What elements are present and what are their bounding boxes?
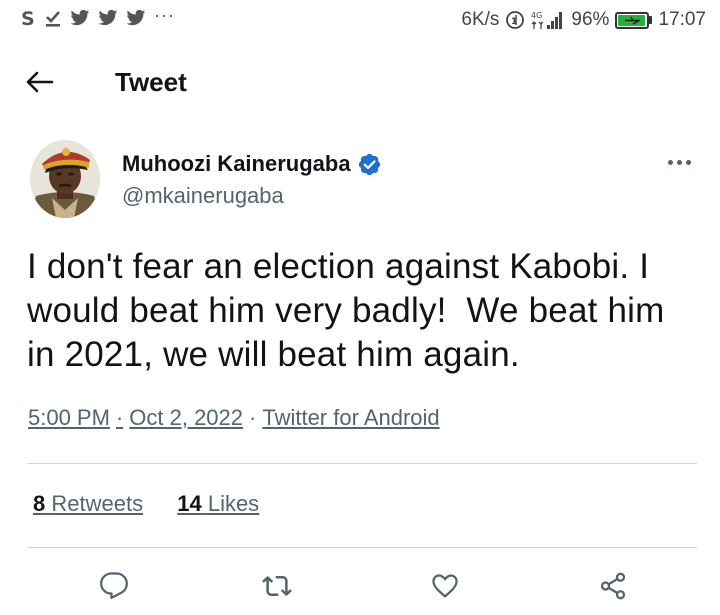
signal-icon: 4G <box>531 10 565 30</box>
tweet-meta: 5:00 PM · Oct 2, 2022 · Twitter for Android <box>28 405 440 431</box>
network-type: 4G <box>531 11 542 20</box>
profile-photo <box>30 140 100 218</box>
network-speed: 6K/s <box>461 9 500 30</box>
reply-icon <box>100 572 128 599</box>
twitter-icon <box>98 9 118 27</box>
data-saver-icon: 1 <box>505 10 525 30</box>
like-button[interactable] <box>425 566 465 606</box>
battery-percent: 96% <box>571 9 610 30</box>
more-dot-icon <box>676 159 682 165</box>
divider <box>27 547 697 548</box>
system-status: 6K/s 1 4G 96% 17:07 <box>461 9 706 31</box>
tweet-text: I don't fear an election against Kabobi.… <box>27 247 675 374</box>
s-app-icon: S <box>20 8 36 28</box>
notification-icons: S ··· <box>20 4 175 29</box>
more-dot-icon <box>667 159 673 165</box>
status-bar: S ··· 6K/s 1 4G 96% 17:07 <box>0 0 720 40</box>
retweet-icon <box>262 575 292 597</box>
retweets-stat[interactable]: 8 Retweets <box>33 491 143 516</box>
battery-level <box>618 14 646 26</box>
app-header: Tweet <box>0 56 720 108</box>
author-name[interactable]: Muhoozi Kainerugaba <box>122 151 382 177</box>
share-button[interactable] <box>593 566 633 606</box>
back-button[interactable] <box>24 68 56 96</box>
tweet-timestamp-link[interactable]: 5:00 PM · Oct 2, 2022 <box>28 405 243 430</box>
avatar[interactable] <box>30 140 100 218</box>
verified-badge-icon <box>357 152 382 177</box>
page-title: Tweet <box>115 67 187 97</box>
more-options-button[interactable] <box>664 150 694 174</box>
download-done-icon <box>44 8 62 28</box>
retweets-label: Retweets <box>51 491 144 516</box>
author-handle[interactable]: @mkainerugaba <box>122 183 284 209</box>
likes-label: Likes <box>207 491 260 516</box>
retweets-count: 8 <box>33 491 46 516</box>
tweet-stats: 8 Retweets 14 Likes <box>33 491 287 517</box>
tweet-date: Oct 2, 2022 <box>129 405 244 430</box>
tweet-source-link[interactable]: Twitter for Android <box>262 405 439 430</box>
likes-stat[interactable]: 14 Likes <box>177 491 259 516</box>
battery-icon <box>615 11 653 29</box>
like-icon <box>432 574 458 598</box>
tweet-time: 5:00 PM <box>28 405 110 430</box>
meta-separator: · <box>249 405 257 430</box>
more-notifications-indicator: ··· <box>154 4 175 25</box>
reply-button[interactable] <box>94 566 134 606</box>
divider <box>27 463 697 464</box>
author-name-text: Muhoozi Kainerugaba <box>122 151 351 176</box>
likes-count: 14 <box>177 491 202 516</box>
retweet-button[interactable] <box>257 566 297 606</box>
svg-text:S: S <box>21 8 35 28</box>
twitter-icon <box>126 9 146 27</box>
more-dot-icon <box>685 159 691 165</box>
arrow-left-icon <box>26 71 54 93</box>
clock: 17:07 <box>658 9 706 30</box>
share-icon <box>600 572 626 600</box>
twitter-icon <box>70 9 90 27</box>
